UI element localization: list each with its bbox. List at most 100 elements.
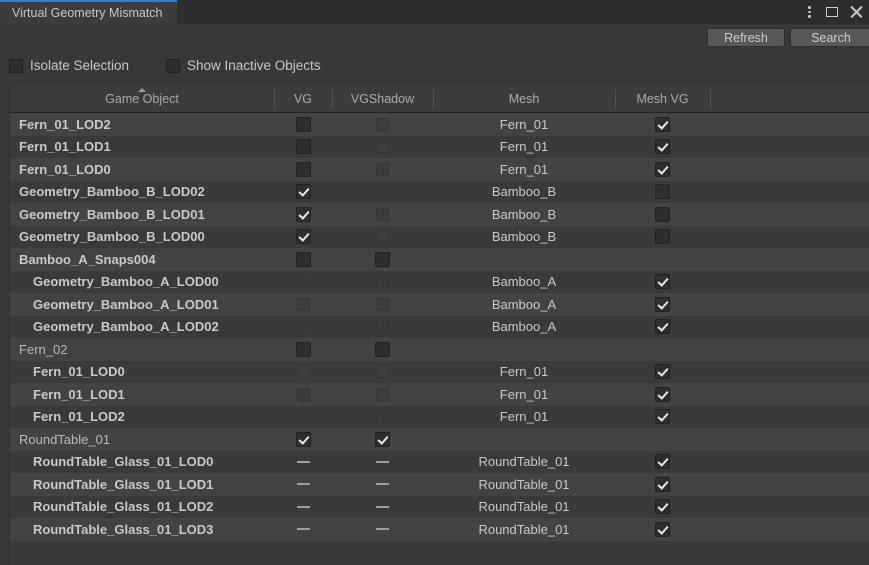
table-row[interactable]: Fern_01_LOD1 Fern_01: [10, 135, 869, 158]
column-header-label: VGShadow: [350, 92, 415, 106]
column-divider[interactable]: [274, 89, 275, 109]
mesh-name: Fern_01: [499, 364, 549, 380]
mesh-vg-cell: [615, 226, 710, 249]
vgshadow-cell: [332, 496, 433, 519]
vg-checkbox[interactable]: [296, 320, 310, 334]
vgshadow-checkbox[interactable]: [376, 140, 389, 154]
vgshadow-cell: [332, 451, 433, 474]
vg-checkbox[interactable]: [296, 297, 310, 311]
vg-checkbox[interactable]: [295, 206, 311, 222]
vgshadow-checkbox[interactable]: [376, 117, 389, 131]
vgshadow-checkbox[interactable]: [376, 410, 389, 424]
table-row[interactable]: Geometry_Bamboo_B_LOD02 Bamboo_B: [10, 180, 869, 204]
table-row[interactable]: RoundTable_Glass_01_LOD2 RoundTable_01: [10, 495, 869, 519]
window-controls: [803, 0, 863, 24]
table-row[interactable]: RoundTable_01: [10, 428, 869, 451]
table-row[interactable]: Geometry_Bamboo_A_LOD02 Bamboo_A: [10, 315, 869, 338]
vg-checkbox[interactable]: [295, 184, 311, 200]
column-divider[interactable]: [332, 89, 333, 109]
table-row[interactable]: Fern_01_LOD2 Fern_01: [10, 405, 869, 428]
meshvg-checkbox[interactable]: [655, 386, 670, 402]
vgshadow-checkbox[interactable]: [375, 431, 390, 447]
table-row[interactable]: Fern_02: [10, 338, 869, 361]
checkbox-icon[interactable]: [9, 58, 23, 73]
vgshadow-cell: [332, 248, 433, 271]
column-header-vgshadow[interactable]: VGShadow: [332, 86, 433, 112]
meshvg-checkbox[interactable]: [655, 229, 670, 245]
column-divider[interactable]: [433, 89, 434, 109]
column-header-vg[interactable]: VG: [274, 86, 332, 112]
vg-checkbox[interactable]: [295, 251, 311, 267]
vg-checkbox[interactable]: [295, 229, 311, 245]
show-inactive-objects-toggle[interactable]: Show Inactive Objects: [166, 58, 321, 73]
isolate-selection-toggle[interactable]: Isolate Selection: [9, 58, 129, 73]
vgshadow-checkbox[interactable]: [376, 320, 389, 334]
vgshadow-checkbox[interactable]: [376, 207, 389, 221]
maximize-icon[interactable]: [826, 7, 838, 17]
meshvg-checkbox[interactable]: [655, 206, 670, 222]
table-row[interactable]: Geometry_Bamboo_A_LOD01 Bamboo_A: [10, 293, 869, 316]
checkbox-icon[interactable]: [166, 58, 180, 73]
vgshadow-checkbox[interactable]: [376, 365, 389, 379]
meshvg-checkbox[interactable]: [655, 409, 670, 425]
meshvg-checkbox[interactable]: [655, 521, 670, 537]
meshvg-checkbox[interactable]: [655, 139, 670, 155]
vg-checkbox[interactable]: [296, 365, 310, 379]
column-divider[interactable]: [710, 89, 711, 109]
close-icon[interactable]: [849, 5, 863, 19]
mesh-name: RoundTable_01: [478, 521, 570, 537]
vgshadow-checkbox[interactable]: [375, 251, 390, 267]
vgshadow-checkbox[interactable]: [376, 297, 389, 311]
table-row[interactable]: Geometry_Bamboo_A_LOD00 Bamboo_A: [10, 270, 869, 293]
vg-checkbox[interactable]: [295, 341, 311, 357]
column-header-mesh-vg[interactable]: Mesh VG: [615, 86, 710, 112]
column-divider[interactable]: [615, 89, 616, 109]
vgshadow-checkbox[interactable]: [375, 341, 390, 357]
table-row[interactable]: Fern_01_LOD1 Fern_01: [10, 383, 869, 406]
tab-virtual-geometry-mismatch[interactable]: Virtual Geometry Mismatch: [0, 0, 177, 24]
table-row[interactable]: Fern_01_LOD0 Fern_01: [10, 158, 869, 181]
vg-checkbox[interactable]: [295, 139, 311, 155]
meshvg-checkbox[interactable]: [655, 319, 670, 335]
kebab-menu-icon[interactable]: [803, 5, 815, 19]
meshvg-checkbox[interactable]: [655, 499, 670, 515]
vgshadow-checkbox[interactable]: [376, 162, 389, 176]
mesh-name: Bamboo_B: [491, 206, 557, 222]
game-object-name: Fern_01_LOD0: [33, 364, 125, 380]
vgshadow-checkbox[interactable]: [376, 275, 389, 289]
table-row[interactable]: Fern_01_LOD2 Fern_01: [10, 113, 869, 136]
meshvg-checkbox[interactable]: [655, 296, 670, 312]
column-header-mesh[interactable]: Mesh: [433, 86, 615, 112]
meshvg-checkbox[interactable]: [655, 364, 670, 380]
table-row[interactable]: RoundTable_Glass_01_LOD3 RoundTable_01: [10, 518, 869, 541]
table-row[interactable]: Geometry_Bamboo_B_LOD01 Bamboo_B: [10, 203, 869, 226]
meshvg-checkbox[interactable]: [655, 476, 670, 492]
refresh-button[interactable]: Refresh: [707, 28, 785, 47]
table-row[interactable]: Bamboo_A_Snaps004: [10, 248, 869, 271]
meshvg-checkbox[interactable]: [655, 274, 670, 290]
vgshadow-cell: [332, 428, 433, 451]
vgshadow-cell: [332, 181, 433, 204]
meshvg-checkbox[interactable]: [655, 161, 670, 177]
game-object-name: Geometry_Bamboo_B_LOD00: [19, 229, 205, 245]
vg-checkbox[interactable]: [295, 431, 311, 447]
meshvg-checkbox[interactable]: [655, 116, 670, 132]
vg-checkbox[interactable]: [296, 387, 310, 401]
table-row[interactable]: RoundTable_Glass_01_LOD0 RoundTable_01: [10, 450, 869, 474]
vg-checkbox[interactable]: [296, 275, 310, 289]
vg-cell: [274, 226, 332, 249]
vgshadow-checkbox[interactable]: [376, 230, 389, 244]
meshvg-checkbox[interactable]: [655, 454, 670, 470]
vgshadow-cell: [332, 518, 433, 541]
vg-checkbox[interactable]: [296, 410, 310, 424]
vg-checkbox[interactable]: [295, 116, 311, 132]
table-row[interactable]: Geometry_Bamboo_B_LOD00 Bamboo_B: [10, 225, 869, 249]
table-row[interactable]: RoundTable_Glass_01_LOD1 RoundTable_01: [10, 473, 869, 496]
search-button[interactable]: Search: [790, 28, 869, 47]
vgshadow-checkbox[interactable]: [376, 387, 389, 401]
meshvg-checkbox[interactable]: [655, 184, 670, 200]
table-row[interactable]: Fern_01_LOD0 Fern_01: [10, 360, 869, 383]
column-header-game-object[interactable]: Game Object: [10, 86, 274, 112]
vgshadow-checkbox[interactable]: [376, 185, 389, 199]
vg-checkbox[interactable]: [295, 161, 311, 177]
